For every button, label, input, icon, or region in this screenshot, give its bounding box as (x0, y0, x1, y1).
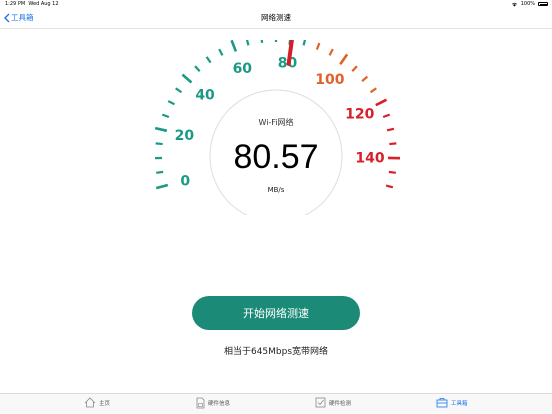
status-right: 100% (511, 0, 548, 8)
gauge-tick (361, 75, 369, 83)
checkbox-icon (315, 397, 326, 408)
tab-hardware-info-label: 硬件信息 (208, 401, 231, 407)
gauge-tick (260, 40, 264, 43)
speed-unit: MB/s (268, 186, 285, 194)
toolbox-icon (436, 398, 448, 408)
gauge-tick-label: 60 (233, 61, 253, 77)
gauge-tick (375, 98, 388, 107)
status-bar: 1:29 PM Wed Aug 12 100% (0, 0, 552, 8)
gauge-tick (245, 40, 250, 46)
gauge-tick (155, 142, 163, 146)
tab-home[interactable]: 主页 (84, 397, 110, 408)
tab-toolbox-label: 工具箱 (451, 400, 468, 407)
gauge-tick (369, 87, 377, 94)
gauge-tick (385, 184, 394, 189)
gauge-tick (218, 48, 224, 56)
gauge-tick (167, 100, 175, 106)
gauge-tick (388, 170, 396, 174)
gauge-tick (194, 65, 201, 73)
equivalent-bandwidth-text: 相当于645Mbps宽带网络 (223, 347, 329, 357)
gauge-tick (382, 113, 391, 119)
tab-home-label: 主页 (99, 400, 111, 407)
home-icon (84, 397, 96, 408)
speed-gauge: 020406080100120140 Wi-Fi网络 80.57 MB/s (154, 40, 401, 215)
speed-value: 80.57 (233, 138, 318, 176)
tab-hardware-check[interactable]: 硬件检测 (315, 397, 351, 408)
gauge-tick (389, 142, 397, 146)
gauge-tick-label: 120 (345, 106, 374, 122)
gauge-tick (156, 170, 164, 174)
tab-hardware-info[interactable]: 硬件信息 (196, 397, 230, 409)
gauge-tick (161, 113, 170, 119)
gauge-tick (302, 40, 307, 46)
tab-hardware-check-label: 硬件检测 (329, 400, 352, 407)
gauge-tick-label: 20 (175, 128, 195, 144)
tab-bar: 主页 硬件信息 硬件检测 工具箱 (0, 393, 552, 414)
status-time: 1:29 PM Wed Aug 12 (5, 1, 59, 7)
gauge-tick (328, 48, 334, 56)
navigation-bar: 工具箱 网络测速 (0, 8, 552, 29)
gauge-tick (315, 42, 321, 50)
gauge-tick-label: 40 (195, 87, 215, 103)
gauge-tick (154, 126, 168, 133)
network-type-label: Wi-Fi网络 (258, 117, 293, 127)
gauge-tick (339, 53, 349, 66)
gauge-tick (351, 65, 358, 73)
gauge-tick (181, 73, 193, 84)
gauge-tick (175, 87, 183, 94)
battery-icon (538, 2, 548, 6)
sd-card-icon (196, 397, 205, 409)
battery-percent: 100% (520, 1, 535, 7)
gauge-tick-label: 100 (315, 72, 344, 88)
wifi-icon (511, 2, 517, 6)
page-title: 网络测速 (261, 13, 291, 22)
gauge-tick (205, 56, 212, 64)
tab-toolbox[interactable]: 工具箱 (436, 397, 468, 408)
gauge-tick-label: 0 (180, 173, 190, 189)
gauge-tick-label: 140 (355, 151, 384, 167)
gauge-tick (230, 40, 238, 52)
start-speed-test-button[interactable]: 开始网络测速 (192, 296, 360, 330)
gauge-tick (386, 127, 395, 132)
gauge-tick (155, 183, 169, 190)
